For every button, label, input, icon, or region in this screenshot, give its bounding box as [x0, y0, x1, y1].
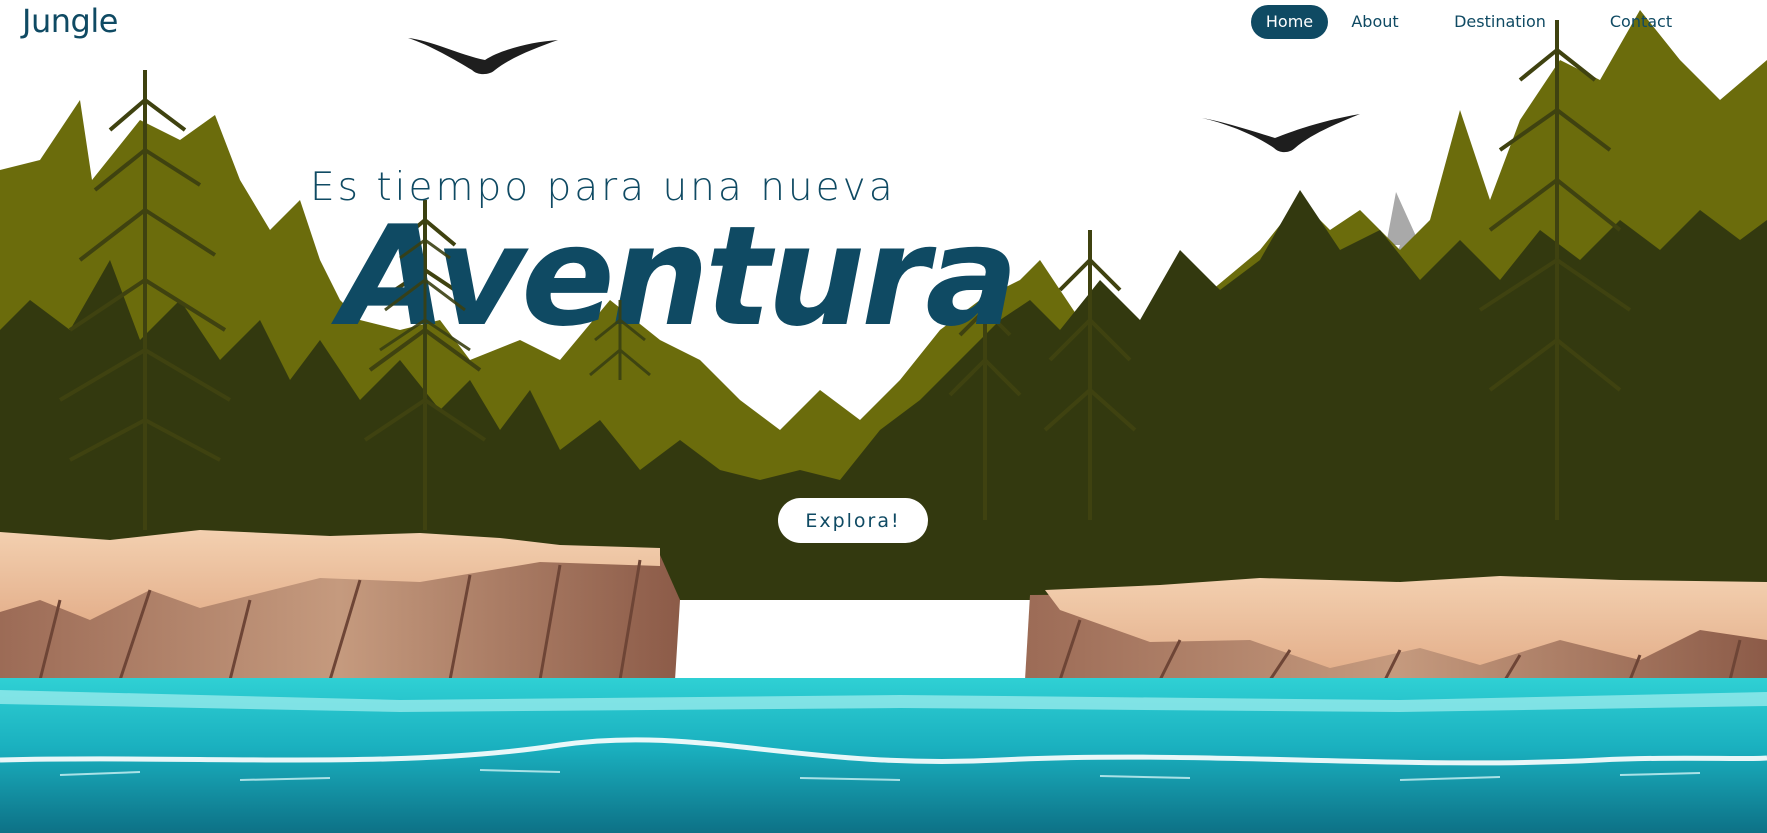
explore-button[interactable]: Explora!: [778, 498, 928, 543]
site-header: Jungle Home About Destination Contact: [0, 0, 1767, 44]
bird-right: [1202, 114, 1360, 153]
jungle-background-illustration: [0, 10, 1767, 833]
nav-about[interactable]: About: [1338, 5, 1412, 39]
nav-home[interactable]: Home: [1251, 5, 1328, 39]
nav-destination[interactable]: Destination: [1425, 5, 1575, 39]
hero-title: Aventura: [340, 196, 1018, 357]
nav-contact[interactable]: Contact: [1591, 5, 1691, 39]
site-logo[interactable]: Jungle: [22, 2, 118, 40]
hero-subtitle: Es tiempo para una nueva: [310, 165, 896, 210]
